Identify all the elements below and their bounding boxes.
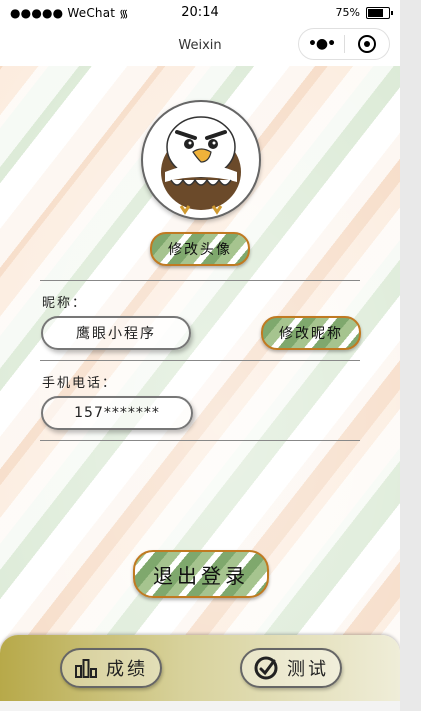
divider xyxy=(40,440,360,441)
tab-test-label: 测试 xyxy=(287,659,329,680)
nickname-label: 昵称： xyxy=(42,296,88,311)
status-bar: ●●●●● WeChat ᯾ 20:14 75% xyxy=(0,0,400,28)
nav-bar: Weixin •●• xyxy=(0,28,400,66)
gauge-icon xyxy=(254,656,278,680)
more-dots-icon[interactable]: •●• xyxy=(299,36,344,52)
profile-page: 修改头像 昵称： 鹰眼小程序 修改昵称 手机电话： 157******* 退出登… xyxy=(0,66,400,711)
record-button[interactable] xyxy=(345,35,389,53)
home-indicator-area xyxy=(0,701,400,711)
nickname-value: 鹰眼小程序 xyxy=(76,326,156,342)
phone-screen: ●●●●● WeChat ᯾ 20:14 75% Weixin •●• 修改头像… xyxy=(0,0,400,711)
change-avatar-button[interactable]: 修改头像 xyxy=(150,232,250,266)
change-nickname-button[interactable]: 修改昵称 xyxy=(261,316,361,350)
bar-chart-icon xyxy=(75,659,97,678)
tab-bar: 成绩 测试 xyxy=(0,635,400,701)
eagle-avatar-icon xyxy=(161,116,241,215)
mini-program-capsule: •●• xyxy=(298,28,390,60)
window-edge xyxy=(400,0,421,711)
phone-field[interactable]: 157******* xyxy=(41,396,193,430)
tab-test[interactable]: 测试 xyxy=(240,648,342,688)
phone-value: 157******* xyxy=(74,405,160,421)
logout-button[interactable]: 退出登录 xyxy=(133,550,269,598)
change-nickname-label: 修改昵称 xyxy=(279,326,343,342)
phone-label: 手机电话： xyxy=(42,376,118,391)
battery-icon xyxy=(366,6,393,19)
logout-label: 退出登录 xyxy=(153,563,249,588)
change-avatar-label: 修改头像 xyxy=(168,242,232,258)
battery-percent: 75% xyxy=(335,6,360,19)
tab-score[interactable]: 成绩 xyxy=(60,648,162,688)
avatar[interactable] xyxy=(141,100,261,220)
battery-fill xyxy=(368,8,383,17)
record-icon xyxy=(358,35,376,53)
battery-area: 75% xyxy=(335,6,393,19)
nickname-field[interactable]: 鹰眼小程序 xyxy=(41,316,191,350)
divider xyxy=(40,280,360,281)
tab-score-label: 成绩 xyxy=(106,659,148,680)
divider xyxy=(40,360,360,361)
